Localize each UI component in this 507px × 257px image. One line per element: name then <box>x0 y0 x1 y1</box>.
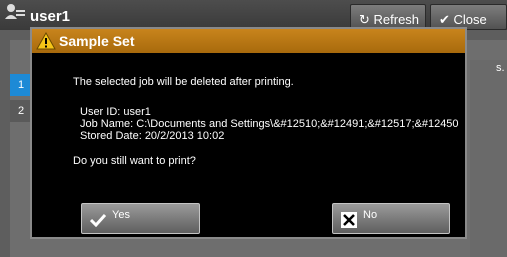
checkmark-icon: ✔ <box>439 12 454 27</box>
stored-date-text: Stored Date: 20/2/2013 10:02 <box>80 130 225 142</box>
row-number: 2 <box>18 105 25 117</box>
sample-set-dialog: Sample Set The selected job will be dele… <box>30 27 467 239</box>
refresh-label: Refresh <box>373 12 420 27</box>
dialog-title: Sample Set <box>59 33 135 49</box>
close-label: Close <box>453 12 487 27</box>
side-panel-text: s. <box>496 62 505 74</box>
no-label: No <box>363 209 378 221</box>
row-number: 1 <box>18 79 25 91</box>
dialog-title-bar: Sample Set <box>32 29 465 53</box>
refresh-icon: ↻ <box>359 12 374 27</box>
no-button[interactable]: No <box>332 203 450 234</box>
warning-icon <box>36 32 56 50</box>
x-box-icon <box>341 212 357 228</box>
side-panel <box>470 60 507 257</box>
yes-button[interactable]: Yes <box>81 203 200 234</box>
yes-label: Yes <box>112 209 130 221</box>
user-icon <box>5 4 25 19</box>
confirm-question: Do you still want to print? <box>73 155 196 167</box>
job-name-text: Job Name: C:\Documents and Settings\&#12… <box>80 118 459 130</box>
user-title: user1 <box>30 8 71 25</box>
dialog-message: The selected job will be deleted after p… <box>73 76 294 88</box>
checkmark-icon <box>90 213 106 227</box>
user-id-text: User ID: user1 <box>80 106 151 118</box>
